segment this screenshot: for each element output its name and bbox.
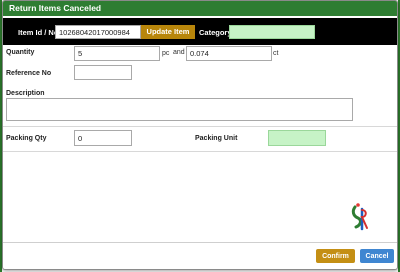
packing-qty-input[interactable]	[74, 130, 132, 146]
footer-divider	[3, 242, 397, 243]
section-divider	[3, 151, 397, 152]
description-textarea[interactable]	[6, 98, 353, 121]
item-id-label: Item Id / No	[18, 28, 59, 37]
reference-no-label: Reference No	[6, 70, 52, 77]
dialog-title: Return Items Canceled	[3, 1, 397, 16]
category-input[interactable]	[229, 25, 315, 39]
quantity-label: Quantity	[6, 49, 35, 56]
quantity-input[interactable]	[74, 46, 160, 61]
return-items-dialog: Return Items Canceled Item Id / No Updat…	[2, 0, 398, 270]
packing-unit-label: Packing Unit	[195, 135, 238, 142]
packing-unit-input[interactable]	[268, 130, 326, 146]
pc-unit-label: pc	[162, 50, 170, 57]
cancel-button[interactable]: Cancel	[360, 249, 394, 263]
category-label: Category	[199, 28, 232, 37]
packing-qty-label: Packing Qty	[6, 135, 47, 142]
carat-input[interactable]	[186, 46, 272, 61]
update-item-button[interactable]: Update Item	[141, 25, 195, 39]
item-id-input[interactable]	[55, 25, 141, 39]
description-label: Description	[6, 90, 45, 97]
item-toolbar: Item Id / No Update Item Category	[3, 18, 397, 45]
reference-no-input[interactable]	[74, 65, 132, 80]
and-label: and	[173, 49, 185, 56]
ct-unit-label: ct	[273, 50, 279, 57]
section-divider	[3, 126, 397, 127]
brand-logo-icon	[351, 203, 368, 231]
confirm-button[interactable]: Confirm	[316, 249, 355, 263]
